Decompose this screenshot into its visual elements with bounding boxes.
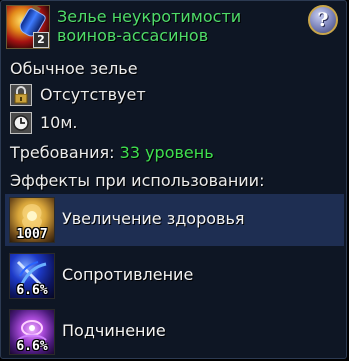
duration-text: 10м. [40, 113, 78, 132]
health-effect-label: Увеличение здоровья [62, 209, 245, 228]
effect-row-resistance[interactable]: 6.6% Сопротивление [5, 250, 344, 302]
stack-count-badge: 2 [33, 32, 49, 48]
requirements-value: 33 уровень [119, 143, 214, 162]
tooltip-header: 2 Зелье неукротимости воинов-ассасинов ? [1, 1, 346, 53]
health-effect-icon: 1007 [9, 197, 55, 243]
effect-row-health[interactable]: 1007 Увеличение здоровья [5, 194, 344, 246]
padlock-icon [10, 84, 32, 106]
effects-header: Эффекты при использовании: [10, 171, 265, 190]
binding-text: Отсутствует [40, 85, 146, 104]
effect-row-submission[interactable]: 6.6% Подчинение [5, 306, 344, 358]
health-effect-value: 1007 [16, 227, 48, 242]
requirements-line: Требования: 33 уровень [10, 143, 214, 162]
submission-effect-icon: 6.6% [9, 309, 55, 355]
duration-row: 10м. [10, 112, 210, 136]
resistance-effect-label: Сопротивление [62, 265, 194, 284]
help-button[interactable]: ? [308, 5, 338, 35]
submission-effect-value: 6.6% [16, 339, 48, 354]
requirements-label: Требования: [10, 143, 115, 162]
item-rarity: Обычное зелье [10, 59, 138, 78]
resistance-effect-icon: 6.6% [9, 253, 55, 299]
clock-icon [10, 112, 32, 134]
resistance-effect-value: 6.6% [16, 283, 48, 298]
item-title: Зелье неукротимости воинов-ассасинов [57, 7, 242, 45]
item-tooltip: 2 Зелье неукротимости воинов-ассасинов ?… [0, 0, 347, 359]
potion-icon[interactable]: 2 [6, 5, 50, 49]
submission-effect-label: Подчинение [62, 321, 166, 340]
binding-row: Отсутствует [10, 84, 210, 108]
